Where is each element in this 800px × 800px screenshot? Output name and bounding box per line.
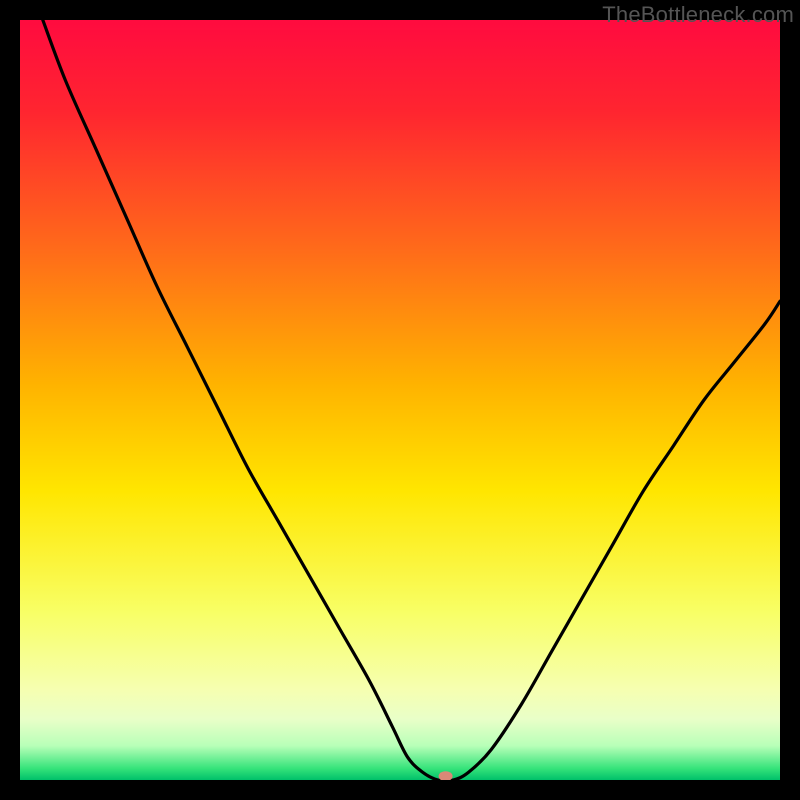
plot-area — [20, 20, 780, 780]
chart-svg — [20, 20, 780, 780]
gradient-background — [20, 20, 780, 780]
chart-frame: TheBottleneck.com — [0, 0, 800, 800]
